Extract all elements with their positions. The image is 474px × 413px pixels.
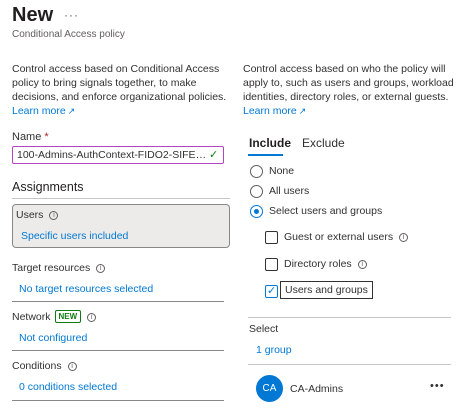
tab-include[interactable]: Include [249, 136, 291, 150]
checkmark-icon: ✓ [209, 149, 219, 161]
page-subtitle: Conditional Access policy [12, 29, 125, 40]
users-description-text: Control access based on who the policy w… [243, 63, 454, 103]
external-link-icon: ↗ [298, 106, 307, 116]
new-badge: NEW [54, 310, 82, 323]
assignments-heading: Assignments [12, 180, 84, 194]
divider [248, 317, 451, 318]
name-label: Name * [12, 131, 49, 143]
divider [12, 301, 224, 302]
active-tab-indicator [248, 154, 283, 156]
users-section-label: Users i [16, 209, 59, 221]
users-learn-more-link[interactable]: Learn more ↗ [243, 105, 306, 117]
select-label: Select [249, 323, 279, 335]
checkbox-label: Users and groups [280, 281, 373, 299]
info-icon[interactable]: i [96, 264, 106, 273]
info-icon[interactable]: i [357, 260, 367, 269]
checkbox-label: Directory roles i [284, 258, 367, 270]
more-options-button[interactable]: ··· [64, 8, 79, 22]
radio-label: None [269, 165, 295, 177]
checkbox[interactable] [265, 258, 278, 271]
radio-button[interactable] [250, 205, 263, 218]
conditions-link[interactable]: 0 conditions selected [19, 381, 117, 393]
info-icon[interactable]: i [49, 211, 59, 220]
network-label: Network NEW i [12, 310, 97, 323]
avatar: CA [256, 375, 283, 402]
conditions-label: Conditions i [12, 360, 77, 372]
divider [12, 350, 224, 351]
page-title: New [12, 4, 54, 26]
network-link[interactable]: Not configured [19, 332, 87, 344]
info-icon[interactable]: i [67, 362, 77, 371]
policy-name-input[interactable]: 100-Admins-AuthContext-FIDO2-SIFEveryTim… [12, 146, 224, 164]
target-resources-label: Target resources i [12, 262, 106, 274]
required-mark: * [44, 131, 49, 143]
users-description: Control access based on who the policy w… [243, 62, 463, 118]
member-more-options-button[interactable]: ••• [430, 380, 445, 392]
external-link-icon: ↗ [67, 106, 76, 116]
radio-label: Select users and groups [269, 205, 383, 217]
checkbox[interactable] [265, 231, 278, 244]
divider [248, 364, 451, 365]
tab-exclude[interactable]: Exclude [302, 136, 345, 150]
checkbox[interactable] [265, 284, 278, 298]
radio-button[interactable] [250, 185, 263, 198]
target-resources-link[interactable]: No target resources selected [19, 283, 153, 295]
learn-more-link[interactable]: Learn more ↗ [12, 105, 75, 117]
info-icon[interactable]: i [399, 233, 409, 242]
info-icon[interactable]: i [87, 313, 97, 322]
policy-description-text: Control access based on Conditional Acce… [12, 63, 227, 103]
users-link[interactable]: Specific users included [21, 230, 128, 242]
radio-button[interactable] [250, 165, 263, 178]
checkbox-label: Guest or external users i [284, 231, 409, 243]
divider [12, 198, 230, 199]
radio-label: All users [269, 185, 310, 197]
select-groups-link[interactable]: 1 group [256, 344, 292, 356]
member-name: CA-Admins [290, 383, 344, 395]
divider [12, 400, 224, 401]
policy-description: Control access based on Conditional Acce… [12, 62, 232, 118]
